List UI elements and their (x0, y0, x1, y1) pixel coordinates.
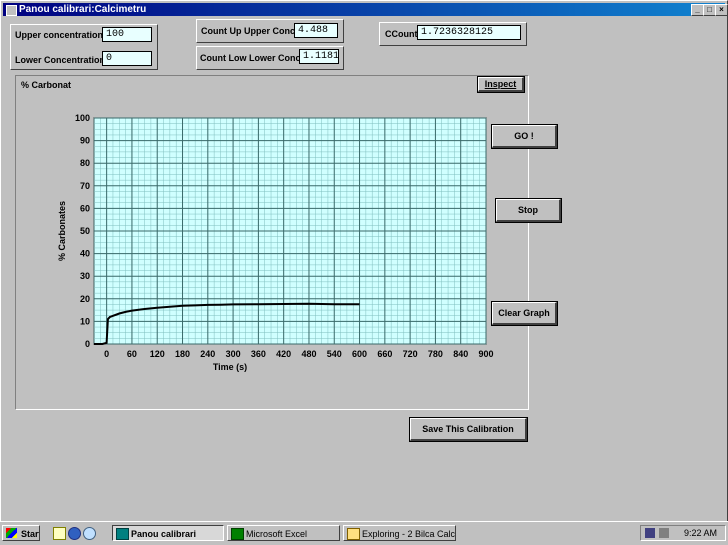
x-tick-label: 540 (327, 349, 342, 359)
x-tick-label: 300 (226, 349, 241, 359)
x-tick-label: 840 (453, 349, 468, 359)
clear-graph-button-label: Clear Graph (498, 308, 550, 318)
x-tick-label: 900 (478, 349, 493, 359)
clock[interactable]: 9:22 AM (684, 527, 717, 539)
x-tick-label: 720 (403, 349, 418, 359)
y-tick-label: 60 (80, 203, 90, 213)
x-tick-label: 660 (377, 349, 392, 359)
save-calibration-button[interactable]: Save This Calibration (410, 418, 527, 441)
taskbar-item-explorer[interactable]: Exploring - 2 Bilca Calcimetri (343, 525, 456, 541)
x-tick-label: 420 (276, 349, 291, 359)
carbonate-chart: 0 60 120 180 240 300 360 420 480 540 600 660 720 780 8… (57, 113, 494, 372)
y-tick-label: 50 (80, 226, 90, 236)
excel-icon (231, 528, 244, 540)
quicklaunch-browser-icon[interactable] (68, 527, 81, 540)
stop-button-label: Stop (518, 205, 538, 215)
save-calibration-button-label: Save This Calibration (422, 424, 514, 434)
volume-icon[interactable] (659, 528, 669, 538)
start-button[interactable]: Start (2, 525, 40, 541)
x-tick-label: 120 (150, 349, 165, 359)
quicklaunch-desktop-icon[interactable] (53, 527, 66, 540)
y-tick-label: 100 (75, 113, 90, 123)
x-tick-label: 480 (301, 349, 316, 359)
y-tick-label: 30 (80, 271, 90, 281)
system-tray: 9:22 AM (640, 525, 726, 541)
app-window-icon (116, 528, 129, 540)
taskbar-item-excel[interactable]: Microsoft Excel (227, 525, 340, 541)
y-tick-label: 80 (80, 158, 90, 168)
y-axis-label: % Carbonates (57, 201, 67, 261)
stop-button[interactable]: Stop (496, 199, 561, 222)
y-tick-label: 40 (80, 249, 90, 259)
x-tick-label: 180 (175, 349, 190, 359)
y-tick-label: 70 (80, 181, 90, 191)
quicklaunch-channels-icon[interactable] (83, 527, 96, 540)
chart-grid (93, 117, 487, 345)
start-label: Start (21, 529, 40, 539)
y-tick-label: 0 (85, 339, 90, 349)
clear-graph-button[interactable]: Clear Graph (492, 302, 557, 325)
go-button[interactable]: GO ! (492, 125, 557, 148)
windows-logo-icon (6, 528, 17, 538)
x-tick-label: 600 (352, 349, 367, 359)
main-window: Panou calibrari:Calcimetru _ □ × Upper c… (0, 0, 728, 522)
x-tick-label: 0 (104, 349, 109, 359)
taskbar: Start Panou calibrari Microsoft Excel Ex… (0, 521, 728, 545)
y-tick-label: 20 (80, 294, 90, 304)
x-tick-label: 240 (200, 349, 215, 359)
x-tick-label: 60 (127, 349, 137, 359)
taskbar-item-panou[interactable]: Panou calibrari (112, 525, 224, 541)
network-icon[interactable] (645, 528, 655, 538)
taskbar-item-label: Microsoft Excel (246, 529, 308, 539)
x-tick-label: 780 (428, 349, 443, 359)
taskbar-item-label: Panou calibrari (131, 529, 197, 539)
y-tick-label: 10 (80, 316, 90, 326)
x-axis-label: Time (s) (213, 362, 247, 372)
x-tick-label: 360 (251, 349, 266, 359)
taskbar-item-label: Exploring - 2 Bilca Calcimetri (362, 529, 456, 539)
y-tick-label: 90 (80, 136, 90, 146)
folder-icon (347, 528, 360, 540)
go-button-label: GO ! (514, 131, 534, 141)
